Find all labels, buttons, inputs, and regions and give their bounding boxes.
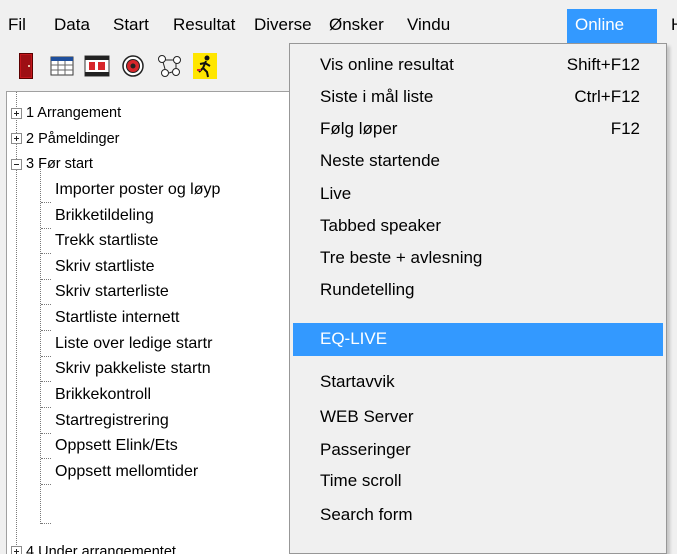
calendar-grid-icon[interactable] [50,53,74,79]
menu-item-eq-live[interactable]: EQ-LIVE [293,323,663,356]
menu-online[interactable]: Online [567,9,657,43]
menu-item-tabbed-speaker[interactable]: Tabbed speaker [293,210,663,242]
menu-item-live[interactable]: Live [293,178,663,210]
menu-item-label: Rundetelling [320,280,415,299]
menu-item-web-server[interactable]: WEB Server [293,401,663,433]
collapse-minus-icon[interactable] [11,159,22,170]
tree-connector [40,158,41,524]
menu-item-folg-loper[interactable]: Følg løper F12 [293,113,663,145]
tree-node-under-arrangementet[interactable]: 4 Under arrangementet [26,541,176,554]
runner-icon[interactable] [193,53,217,79]
menu-item-label: Vis online resultat [320,55,454,74]
menu-fil[interactable]: Fil [0,9,34,43]
tree-connector [41,523,51,524]
tree-node-startliste-internett[interactable]: Startliste internett [55,307,180,329]
tree-node-brikkekontroll[interactable]: Brikkekontroll [55,384,151,406]
tree-connector [41,330,51,331]
menu-item-label: Startavvik [320,372,395,391]
film-table-icon[interactable] [84,53,110,79]
tree-node-oppsett-mellomtider[interactable]: Oppsett mellomtider [55,461,198,483]
tree-connector [41,484,51,485]
tree-node-arrangement[interactable]: 1 Arrangement [26,102,121,124]
menu-item-shortcut: F12 [610,119,640,138]
tree-connector [41,381,51,382]
tree-node-skriv-starterliste[interactable]: Skriv starterliste [55,281,169,303]
menu-item-tre-beste[interactable]: Tre beste + avlesning [293,242,663,274]
tree-node-oppsett-elink[interactable]: Oppsett Elink/Ets [55,435,178,457]
tree-panel: 1 Arrangement 2 Påmeldinger 3 Før start … [6,91,290,554]
tree-connector [41,458,51,459]
network-icon[interactable] [157,53,181,79]
menu-item-label: Følg løper [320,119,398,138]
menu-item-vis-online-resultat[interactable]: Vis online resultat Shift+F12 [293,49,663,81]
menu-item-label: Tabbed speaker [320,216,441,235]
tree-node-for-start[interactable]: 3 Før start [26,153,93,175]
expand-plus-icon[interactable] [11,133,22,144]
red-door-icon[interactable] [14,53,38,79]
menu-item-label: Live [320,184,352,203]
menu-item-label: Time scroll [320,471,402,490]
tree-connector [41,228,51,229]
online-dropdown-menu: Vis online resultat Shift+F12 Siste i må… [289,43,667,554]
menu-item-label: Siste i mål liste [320,87,434,106]
menu-item-siste-i-mal-liste[interactable]: Siste i mål liste Ctrl+F12 [293,81,663,113]
menu-item-search-form[interactable]: Search form [293,499,663,531]
menu-item-startavvik[interactable]: Startavvik [293,366,663,398]
tree-connector [41,433,51,434]
tree-node-skriv-startliste[interactable]: Skriv startliste [55,256,155,278]
menu-item-label: Passeringer [320,440,411,459]
tree-node-importer-poster[interactable]: Importer poster og løyp [55,179,220,201]
menu-bar: Fil Data Start Resultat Diverse Ønsker V… [0,0,677,44]
menu-item-label: EQ-LIVE [320,329,388,348]
menu-data[interactable]: Data [46,9,98,43]
target-icon[interactable] [121,53,145,79]
tree-node-brikketildeling[interactable]: Brikketildeling [55,205,154,227]
menu-item-label: Tre beste + avlesning [320,248,483,267]
menu-h[interactable]: H [663,9,677,43]
menu-item-label: WEB Server [320,407,414,426]
menu-diverse[interactable]: Diverse [246,9,320,43]
menu-item-neste-startende[interactable]: Neste startende [293,145,663,177]
menu-item-rundetelling[interactable]: Rundetelling [293,274,663,306]
menu-vindu[interactable]: Vindu [399,9,458,43]
menu-start[interactable]: Start [105,9,157,43]
tree-node-pakkeliste[interactable]: Skriv pakkeliste startn [55,358,211,380]
tree-node-trekk-startliste[interactable]: Trekk startliste [55,230,158,252]
tree-connector [41,407,51,408]
tree-node-startregistrering[interactable]: Startregistrering [55,410,169,432]
menu-onsker[interactable]: Ønsker [321,9,392,43]
tree-connector [41,253,51,254]
menu-item-label: Search form [320,505,413,524]
menu-item-time-scroll[interactable]: Time scroll [293,465,663,497]
menu-item-shortcut: Ctrl+F12 [574,87,640,106]
expand-plus-icon[interactable] [11,546,22,554]
menu-item-shortcut: Shift+F12 [566,55,640,74]
menu-resultat[interactable]: Resultat [165,9,243,43]
menu-item-passeringer[interactable]: Passeringer [293,434,663,466]
expand-plus-icon[interactable] [11,108,22,119]
tree-connector [41,279,51,280]
tree-connector [41,202,51,203]
tree-node-pameldinger[interactable]: 2 Påmeldinger [26,128,120,150]
toolbar [0,45,290,91]
tree-connector [41,356,51,357]
tree-connector [41,304,51,305]
tree-node-liste-ledige[interactable]: Liste over ledige startr [55,333,212,355]
menu-item-label: Neste startende [320,151,441,170]
